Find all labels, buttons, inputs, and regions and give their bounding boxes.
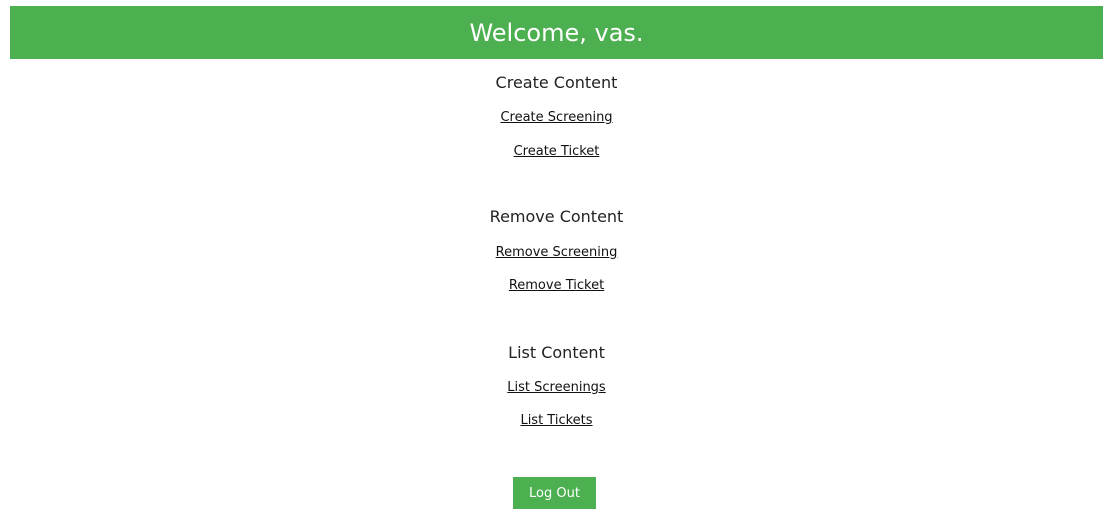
section-title-remove: Remove Content — [489, 207, 624, 226]
remove-ticket-link[interactable]: Remove Ticket — [509, 278, 604, 293]
link-row-remove-ticket: Remove Ticket — [0, 278, 1113, 293]
create-ticket-link[interactable]: Create Ticket — [514, 144, 600, 159]
section-title-create: Create Content — [495, 73, 618, 92]
remove-screening-link[interactable]: Remove Screening — [496, 245, 618, 260]
list-tickets-link[interactable]: List Tickets — [520, 413, 592, 428]
welcome-banner: Welcome, vas. — [10, 6, 1103, 59]
section-title-list: List Content — [508, 343, 605, 362]
link-row-create-screening: Create Screening — [0, 110, 1113, 125]
link-row-list-screenings: List Screenings — [0, 380, 1113, 395]
link-row-create-ticket: Create Ticket — [0, 144, 1113, 159]
log-out-button[interactable]: Log Out — [513, 477, 596, 509]
link-row-list-tickets: List Tickets — [0, 413, 1113, 428]
welcome-title: Welcome, vas. — [469, 18, 644, 47]
create-screening-link[interactable]: Create Screening — [500, 110, 612, 125]
link-row-remove-screening: Remove Screening — [0, 245, 1113, 260]
list-screenings-link[interactable]: List Screenings — [507, 380, 605, 395]
